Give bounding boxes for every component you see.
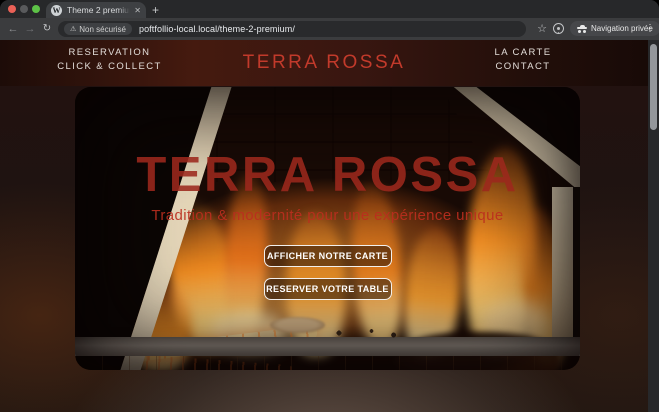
hero-content: TERRA ROSSA Tradition & modernité pour u… bbox=[75, 87, 580, 370]
minimize-window-button[interactable] bbox=[20, 5, 28, 13]
site-header: RESERVATION CLICK & COLLECT TERRA ROSSA … bbox=[0, 40, 648, 86]
nav-la-carte-link[interactable]: LA CARTE bbox=[495, 47, 552, 58]
scrollbar-thumb[interactable] bbox=[650, 44, 657, 130]
browser-tab[interactable]: W Theme 2 premium – Wonder ✕ bbox=[46, 2, 146, 18]
warning-icon: ⚠ bbox=[70, 25, 76, 33]
nav-right: LA CARTE CONTACT bbox=[478, 47, 568, 72]
url-text: poftfollio-local.local/theme-2-premium/ bbox=[139, 24, 295, 34]
reserve-table-button[interactable]: RESERVER VOTRE TABLE bbox=[264, 278, 392, 300]
webpage: RESERVATION CLICK & COLLECT TERRA ROSSA … bbox=[0, 40, 659, 412]
hero-title: TERRA ROSSA bbox=[75, 147, 580, 203]
security-chip[interactable]: ⚠ Non sécurisé bbox=[64, 23, 132, 35]
wordpress-favicon-icon: W bbox=[51, 5, 62, 16]
back-icon[interactable]: ← bbox=[6, 18, 20, 40]
forward-icon[interactable]: → bbox=[23, 18, 37, 40]
hero-section: TERRA ROSSA Tradition & modernité pour u… bbox=[75, 87, 580, 370]
bookmark-star-icon[interactable]: ☆ bbox=[534, 18, 550, 40]
nav-contact-link[interactable]: CONTACT bbox=[495, 61, 550, 72]
new-tab-button[interactable]: + bbox=[152, 2, 159, 18]
reload-icon[interactable]: ↻ bbox=[40, 18, 54, 40]
menu-dots-icon[interactable]: ⋮ bbox=[644, 18, 656, 40]
hero-subtitle: Tradition & modernité pour une expérienc… bbox=[75, 207, 580, 224]
incognito-icon bbox=[577, 25, 587, 33]
tab-title: Theme 2 premium – Wonder bbox=[67, 5, 132, 15]
browser-window: W Theme 2 premium – Wonder ✕ + ← → ↻ ⚠ N… bbox=[0, 0, 659, 412]
hero-buttons: AFFICHER NOTRE CARTE RESERVER VOTRE TABL… bbox=[75, 245, 580, 300]
tab-close-icon[interactable]: ✕ bbox=[134, 6, 141, 15]
fullscreen-window-button[interactable] bbox=[32, 5, 40, 13]
address-bar[interactable]: ⚠ Non sécurisé poftfollio-local.local/th… bbox=[58, 21, 526, 37]
security-label: Non sécurisé bbox=[79, 25, 126, 34]
scrollbar[interactable] bbox=[648, 40, 659, 412]
close-window-button[interactable] bbox=[8, 5, 16, 13]
tab-strip: W Theme 2 premium – Wonder ✕ + bbox=[0, 0, 659, 18]
browser-toolbar: ← → ↻ ⚠ Non sécurisé poftfollio-local.lo… bbox=[0, 18, 659, 40]
profile-icon[interactable] bbox=[553, 23, 564, 34]
show-menu-button[interactable]: AFFICHER NOTRE CARTE bbox=[264, 245, 392, 267]
